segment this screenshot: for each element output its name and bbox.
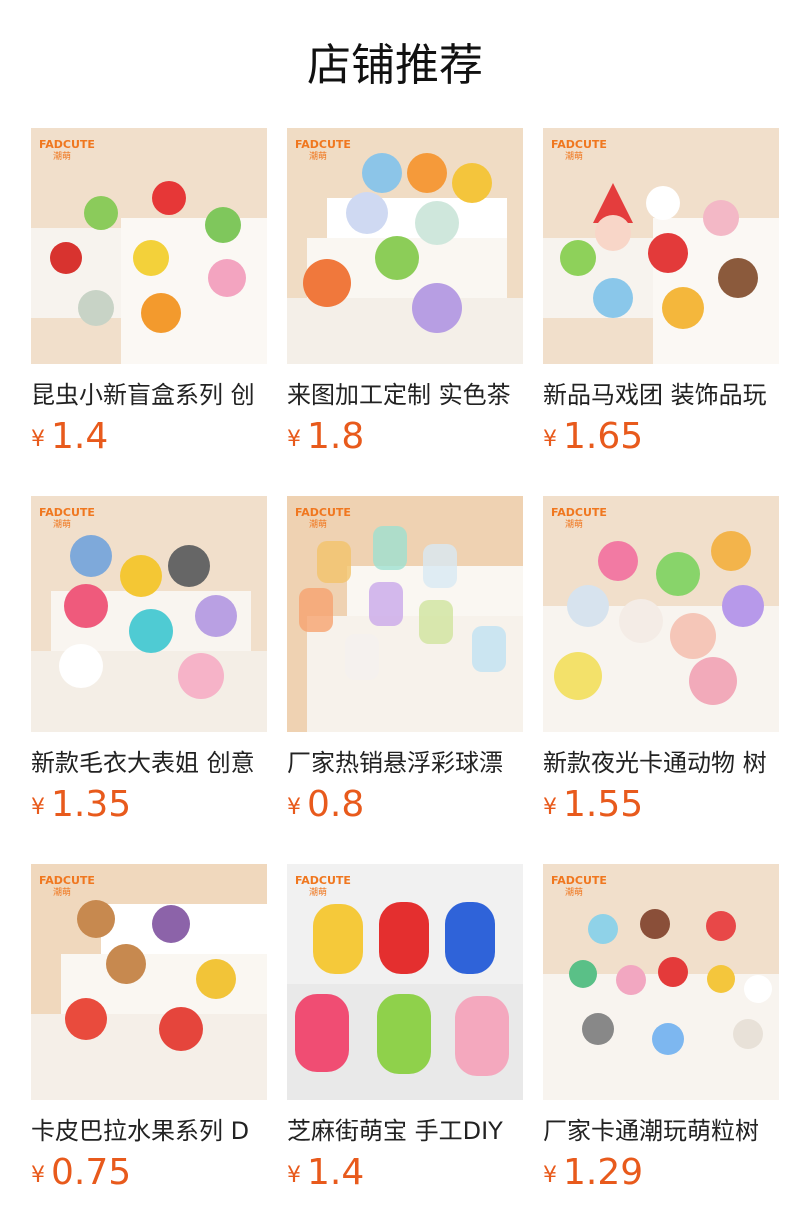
product-image[interactable]: FADCUTE 潮萌 (543, 864, 779, 1100)
product-price: ¥1.65 (543, 415, 643, 459)
currency-symbol: ¥ (287, 1163, 301, 1188)
price-value: 1.4 (51, 416, 109, 457)
product-image[interactable]: FADCUTE 潮萌 (31, 864, 267, 1100)
price-value: 1.8 (307, 416, 365, 457)
product-card[interactable]: FADCUTE 潮萌 厂家热销悬浮彩球漂 ¥0.8 (287, 496, 523, 836)
product-price: ¥1.29 (543, 1151, 643, 1195)
svg-text:FADCUTE: FADCUTE (295, 874, 351, 887)
product-card[interactable]: FADCUTE 潮萌 新品马戏团 装饰品玩 ¥1.65 (543, 128, 779, 468)
product-price: ¥1.8 (287, 415, 364, 459)
product-title[interactable]: 新款毛衣大表姐 创意 (31, 747, 267, 779)
product-price: ¥0.75 (31, 1151, 131, 1195)
currency-symbol: ¥ (31, 1163, 45, 1188)
price-value: 1.65 (563, 416, 644, 457)
product-card[interactable]: FADCUTE 潮萌 昆虫小新盲盒系列 创 ¥1.4 (31, 128, 267, 468)
product-price: ¥1.4 (31, 415, 108, 459)
product-card[interactable]: FADCUTE 潮萌 卡皮巴拉水果系列 D ¥0.75 (31, 864, 267, 1204)
svg-text:FADCUTE: FADCUTE (39, 138, 95, 151)
product-title[interactable]: 卡皮巴拉水果系列 D (31, 1115, 267, 1147)
product-price: ¥1.4 (287, 1151, 364, 1195)
product-image[interactable]: FADCUTE 潮萌 (31, 496, 267, 732)
price-value: 0.8 (307, 784, 365, 825)
product-card[interactable]: FADCUTE 潮萌 芝麻街萌宝 手工DIY ¥1.4 (287, 864, 523, 1204)
price-value: 1.4 (307, 1152, 365, 1193)
product-title[interactable]: 芝麻街萌宝 手工DIY (287, 1115, 523, 1147)
product-image[interactable]: FADCUTE 潮萌 (287, 128, 523, 364)
svg-text:潮萌: 潮萌 (565, 886, 583, 898)
currency-symbol: ¥ (543, 1163, 557, 1188)
product-title[interactable]: 昆虫小新盲盒系列 创 (31, 379, 267, 411)
product-title[interactable]: 厂家热销悬浮彩球漂 (287, 747, 523, 779)
product-image[interactable]: FADCUTE 潮萌 (287, 496, 523, 732)
svg-text:FADCUTE: FADCUTE (551, 138, 607, 151)
product-image[interactable]: FADCUTE 潮萌 (543, 496, 779, 732)
price-value: 1.55 (563, 784, 644, 825)
svg-text:潮萌: 潮萌 (53, 518, 71, 530)
product-price: ¥1.55 (543, 783, 643, 827)
svg-text:FADCUTE: FADCUTE (551, 874, 607, 887)
product-title[interactable]: 新品马戏团 装饰品玩 (543, 379, 779, 411)
svg-text:潮萌: 潮萌 (53, 150, 71, 162)
svg-text:潮萌: 潮萌 (565, 518, 583, 530)
product-card[interactable]: FADCUTE 潮萌 厂家卡通潮玩萌粒树 ¥1.29 (543, 864, 779, 1204)
currency-symbol: ¥ (543, 795, 557, 820)
svg-text:潮萌: 潮萌 (309, 150, 327, 162)
svg-text:FADCUTE: FADCUTE (551, 506, 607, 519)
price-value: 1.35 (51, 784, 132, 825)
product-card[interactable]: FADCUTE 潮萌 新款夜光卡通动物 树 ¥1.55 (543, 496, 779, 836)
svg-text:FADCUTE: FADCUTE (39, 874, 95, 887)
svg-text:潮萌: 潮萌 (565, 150, 583, 162)
svg-text:FADCUTE: FADCUTE (295, 506, 351, 519)
product-card[interactable]: FADCUTE 潮萌 新款毛衣大表姐 创意 ¥1.35 (31, 496, 267, 836)
svg-text:潮萌: 潮萌 (53, 886, 71, 898)
product-price: ¥1.35 (31, 783, 131, 827)
svg-text:潮萌: 潮萌 (309, 518, 327, 530)
currency-symbol: ¥ (543, 427, 557, 452)
product-image[interactable]: FADCUTE 潮萌 (287, 864, 523, 1100)
product-price: ¥0.8 (287, 783, 364, 827)
currency-symbol: ¥ (31, 427, 45, 452)
product-card[interactable]: FADCUTE 潮萌 来图加工定制 实色茶 ¥1.8 (287, 128, 523, 468)
svg-text:FADCUTE: FADCUTE (39, 506, 95, 519)
currency-symbol: ¥ (287, 427, 301, 452)
page-title: 店铺推荐 (307, 40, 483, 91)
product-title[interactable]: 厂家卡通潮玩萌粒树 (543, 1115, 779, 1147)
product-image[interactable]: FADCUTE 潮萌 (543, 128, 779, 364)
product-title[interactable]: 来图加工定制 实色茶 (287, 379, 523, 411)
product-title[interactable]: 新款夜光卡通动物 树 (543, 747, 779, 779)
product-image[interactable]: FADCUTE 潮萌 (31, 128, 267, 364)
currency-symbol: ¥ (287, 795, 301, 820)
price-value: 1.29 (563, 1152, 644, 1193)
currency-symbol: ¥ (31, 795, 45, 820)
price-value: 0.75 (51, 1152, 132, 1193)
svg-text:潮萌: 潮萌 (309, 886, 327, 898)
svg-text:FADCUTE: FADCUTE (295, 138, 351, 151)
